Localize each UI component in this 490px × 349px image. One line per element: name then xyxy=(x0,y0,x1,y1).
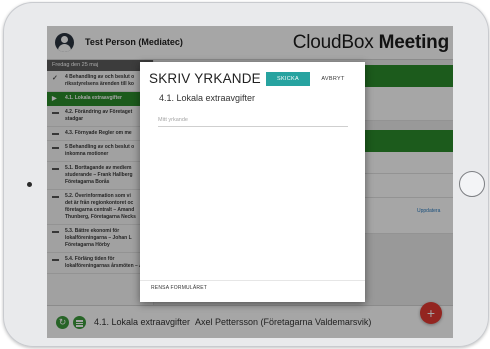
tablet-frame: Test Person (Mediatec) CloudBox Meeting … xyxy=(3,2,489,347)
camera-icon xyxy=(27,182,32,187)
motion-input[interactable] xyxy=(158,113,348,127)
clear-form-button[interactable]: RENSA FORMULÄRET xyxy=(151,285,207,291)
home-button[interactable] xyxy=(459,171,485,197)
app-screen: Test Person (Mediatec) CloudBox Meeting … xyxy=(47,26,453,338)
motion-dialog: SKRIV YRKANDE SKICKA AVBRYT 4.1. Lokala … xyxy=(140,62,365,302)
cancel-button[interactable]: AVBRYT xyxy=(318,72,348,86)
send-button[interactable]: SKICKA xyxy=(266,72,310,86)
dialog-title: SKRIV YRKANDE xyxy=(149,71,261,86)
dialog-divider xyxy=(140,280,365,281)
dialog-subtitle: 4.1. Lokala extraavgifter xyxy=(159,93,256,103)
